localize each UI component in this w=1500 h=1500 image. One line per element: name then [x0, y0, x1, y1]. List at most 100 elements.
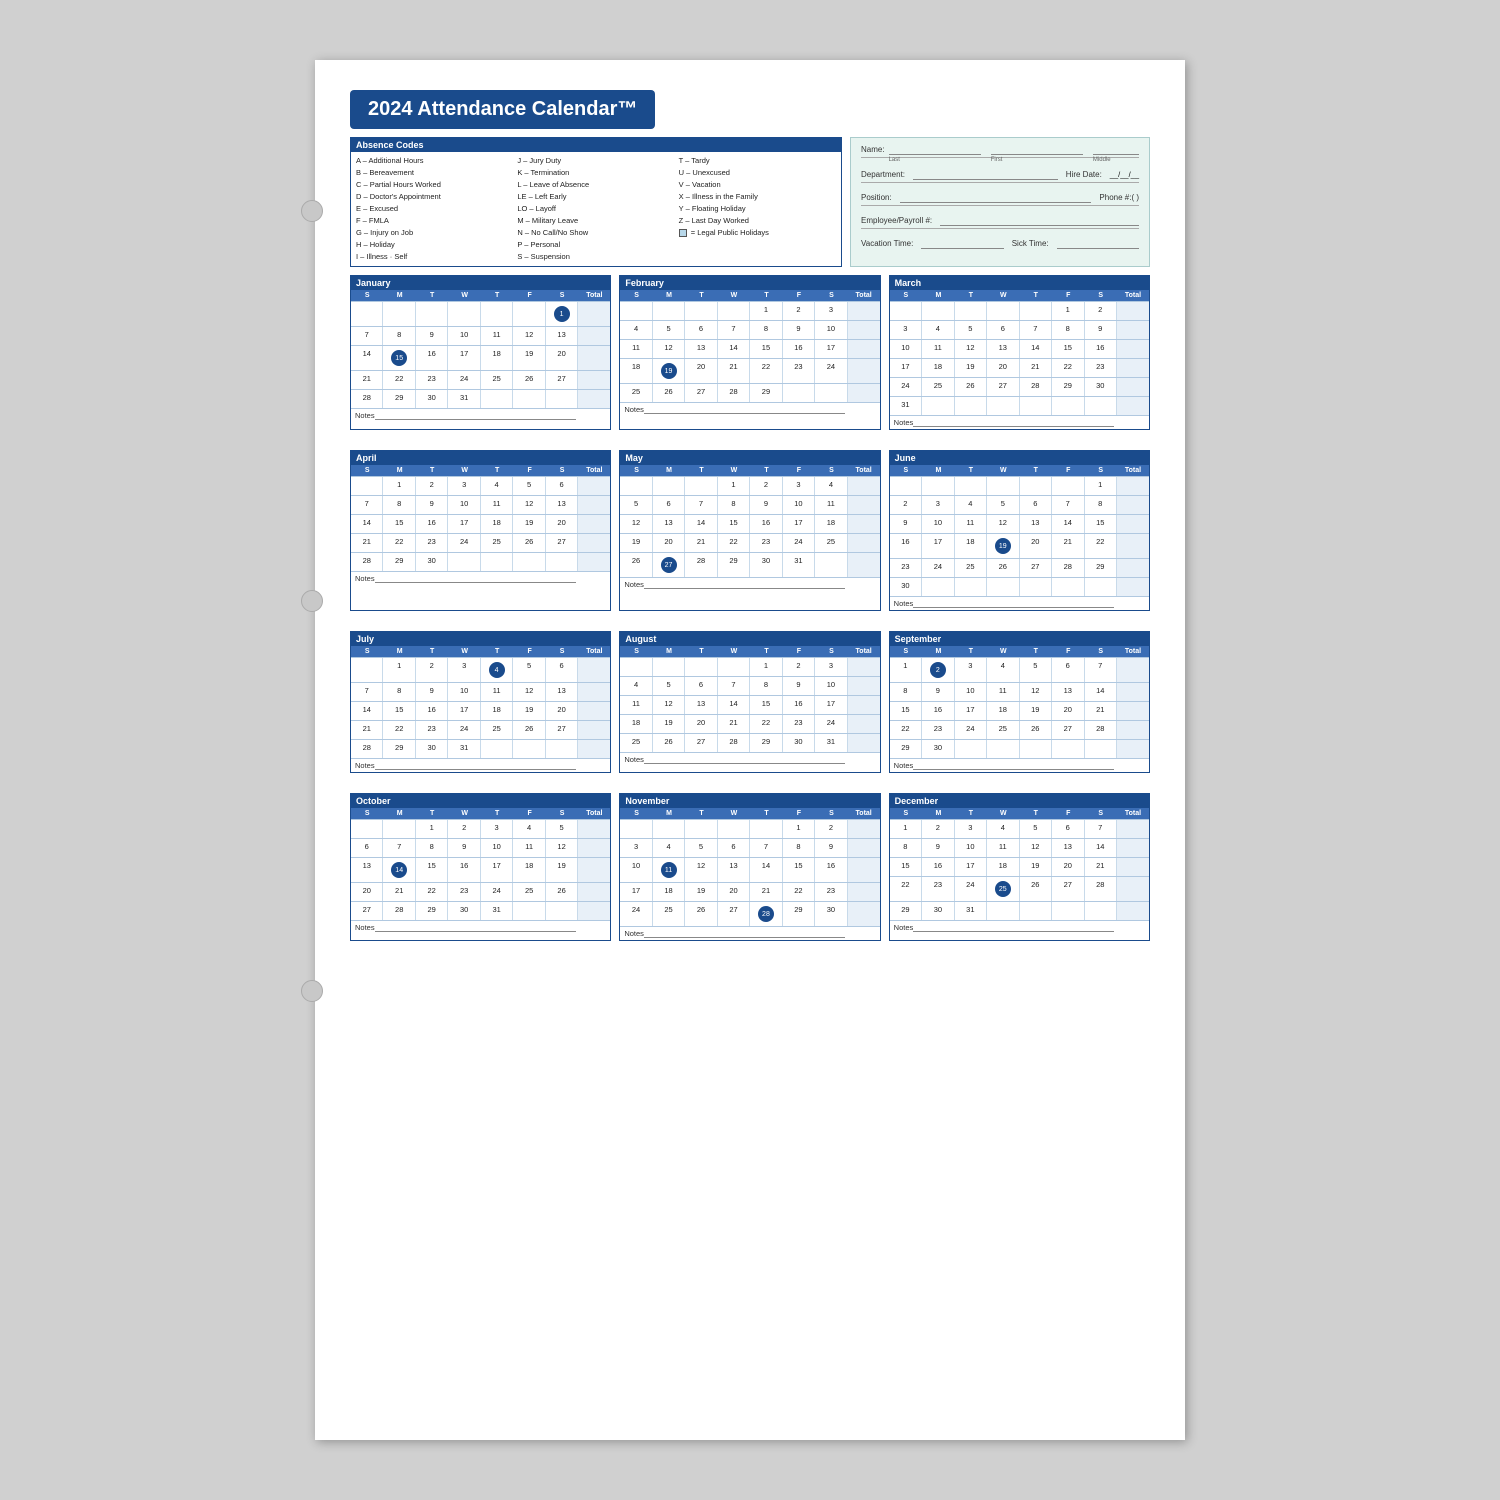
cal-cell[interactable]: 30	[416, 740, 448, 758]
cal-cell[interactable]: 30	[922, 902, 954, 920]
cal-cell[interactable]: 27	[718, 902, 750, 926]
cal-cell[interactable]: 27	[1052, 721, 1084, 739]
cal-cell[interactable]: 15	[890, 702, 922, 720]
cal-cell[interactable]: 29	[890, 740, 922, 758]
cal-cell[interactable]: 20	[1052, 858, 1084, 876]
cal-cell[interactable]: 19	[1020, 858, 1052, 876]
cal-cell[interactable]: 9	[890, 515, 922, 533]
cal-cell[interactable]: 6	[351, 839, 383, 857]
cal-cell[interactable]: 29	[383, 553, 415, 571]
cal-cell[interactable]: 27	[685, 734, 717, 752]
cal-cell[interactable]: 6	[1052, 820, 1084, 838]
cal-cell[interactable]: 6	[1020, 496, 1052, 514]
cal-cell[interactable]: 5	[513, 477, 545, 495]
cal-cell[interactable]: 29	[383, 740, 415, 758]
cal-cell[interactable]: 28	[1020, 378, 1052, 396]
cal-cell[interactable]: 28	[351, 390, 383, 408]
cal-cell[interactable]: 15	[416, 858, 448, 882]
cal-cell[interactable]: 2	[890, 496, 922, 514]
cal-cell[interactable]: 24	[815, 715, 847, 733]
cal-cell[interactable]: 8	[383, 327, 415, 345]
cal-cell[interactable]: 31	[890, 397, 922, 415]
cal-cell[interactable]: 23	[416, 534, 448, 552]
cal-cell[interactable]: 15	[383, 515, 415, 533]
cal-cell[interactable]: 16	[922, 702, 954, 720]
cal-cell[interactable]: 31	[955, 902, 987, 920]
cal-cell[interactable]: 1	[783, 820, 815, 838]
cal-cell[interactable]: 27	[1020, 559, 1052, 577]
cal-cell[interactable]: 28	[718, 384, 750, 402]
cal-cell[interactable]: 17	[448, 515, 480, 533]
cal-cell[interactable]: 22	[383, 534, 415, 552]
cal-cell[interactable]: 15	[1085, 515, 1117, 533]
cal-cell[interactable]: 28	[1052, 559, 1084, 577]
cal-cell[interactable]: 11	[922, 340, 954, 358]
cal-cell[interactable]: 30	[815, 902, 847, 926]
cal-cell[interactable]: 12	[653, 696, 685, 714]
cal-cell[interactable]: 3	[448, 658, 480, 682]
cal-cell[interactable]: 8	[750, 677, 782, 695]
cal-cell[interactable]: 8	[718, 496, 750, 514]
cal-cell[interactable]: 13	[718, 858, 750, 882]
cal-cell[interactable]: 4	[513, 820, 545, 838]
cal-cell[interactable]: 6	[685, 677, 717, 695]
cal-cell[interactable]: 9	[416, 327, 448, 345]
cal-cell[interactable]: 6	[685, 321, 717, 339]
cal-cell[interactable]: 26	[685, 902, 717, 926]
cal-cell[interactable]: 1	[890, 820, 922, 838]
cal-cell[interactable]: 9	[922, 839, 954, 857]
cal-cell[interactable]: 4	[987, 820, 1019, 838]
cal-cell[interactable]: 10	[448, 683, 480, 701]
cal-cell[interactable]: 27	[546, 371, 578, 389]
cal-cell[interactable]: 23	[448, 883, 480, 901]
cal-cell[interactable]: 29	[718, 553, 750, 577]
cal-cell[interactable]: 5	[955, 321, 987, 339]
cal-cell[interactable]: 17	[783, 515, 815, 533]
cal-cell[interactable]: 12	[620, 515, 652, 533]
cal-cell[interactable]: 25	[620, 734, 652, 752]
cal-cell[interactable]: 1	[750, 302, 782, 320]
cal-cell[interactable]: 15	[750, 340, 782, 358]
cal-cell[interactable]: 10	[955, 839, 987, 857]
cal-cell[interactable]: 20	[685, 715, 717, 733]
cal-cell[interactable]: 20	[1052, 702, 1084, 720]
cal-cell[interactable]: 23	[890, 559, 922, 577]
cal-cell[interactable]: 29	[1085, 559, 1117, 577]
cal-cell[interactable]: 5	[1020, 820, 1052, 838]
cal-cell[interactable]: 14	[351, 702, 383, 720]
cal-cell[interactable]: 4	[620, 677, 652, 695]
cal-cell[interactable]: 7	[718, 677, 750, 695]
cal-cell[interactable]: 17	[815, 340, 847, 358]
cal-cell[interactable]: 30	[783, 734, 815, 752]
cal-cell[interactable]: 22	[1085, 534, 1117, 558]
cal-cell[interactable]: 11	[955, 515, 987, 533]
cal-cell[interactable]: 13	[987, 340, 1019, 358]
cal-cell[interactable]: 6	[1052, 658, 1084, 682]
cal-cell[interactable]: 23	[416, 721, 448, 739]
cal-cell[interactable]: 28	[750, 902, 782, 926]
cal-cell[interactable]: 7	[351, 683, 383, 701]
cal-cell[interactable]: 18	[620, 715, 652, 733]
cal-cell[interactable]: 8	[1085, 496, 1117, 514]
cal-cell[interactable]: 6	[718, 839, 750, 857]
cal-cell[interactable]: 10	[922, 515, 954, 533]
cal-cell[interactable]: 19	[653, 715, 685, 733]
cal-cell[interactable]: 12	[1020, 683, 1052, 701]
cal-cell[interactable]: 10	[955, 683, 987, 701]
cal-cell[interactable]: 13	[685, 340, 717, 358]
cal-cell[interactable]: 21	[1085, 702, 1117, 720]
cal-cell[interactable]: 27	[987, 378, 1019, 396]
cal-cell[interactable]: 24	[620, 902, 652, 926]
cal-cell[interactable]: 7	[1085, 658, 1117, 682]
cal-cell[interactable]: 18	[987, 858, 1019, 876]
cal-cell[interactable]: 1	[416, 820, 448, 838]
cal-cell[interactable]: 1	[750, 658, 782, 676]
cal-cell[interactable]: 18	[987, 702, 1019, 720]
cal-cell[interactable]: 4	[987, 658, 1019, 682]
cal-cell[interactable]: 3	[955, 820, 987, 838]
cal-cell[interactable]: 30	[416, 390, 448, 408]
cal-cell[interactable]: 31	[448, 390, 480, 408]
cal-cell[interactable]: 2	[448, 820, 480, 838]
cal-cell[interactable]: 29	[750, 734, 782, 752]
cal-cell[interactable]: 12	[513, 496, 545, 514]
